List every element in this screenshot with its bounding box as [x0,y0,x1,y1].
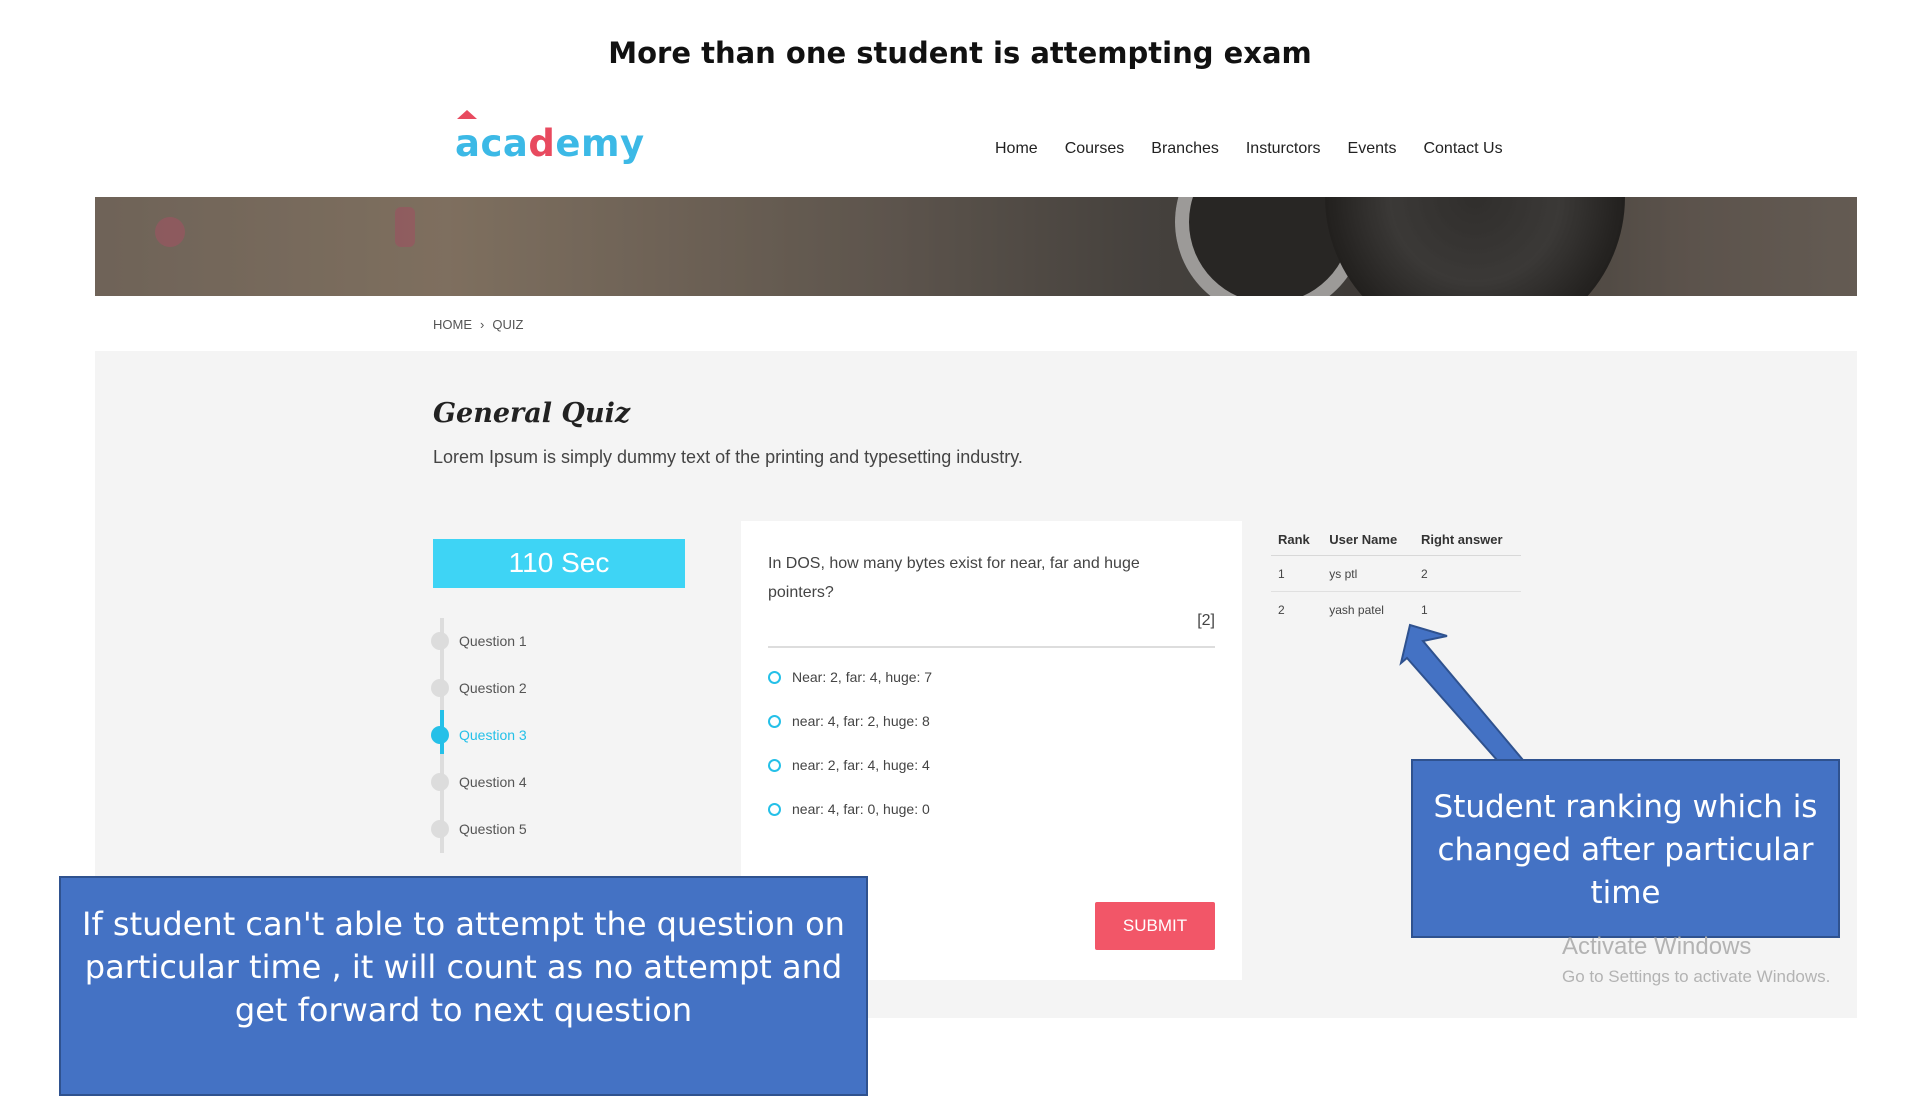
windows-activation-watermark: Activate Windows Go to Settings to activ… [1562,933,1831,986]
ranking-callout: Student ranking which is changed after p… [1411,759,1840,938]
timing-callout: If student can't able to attempt the que… [59,876,868,1096]
